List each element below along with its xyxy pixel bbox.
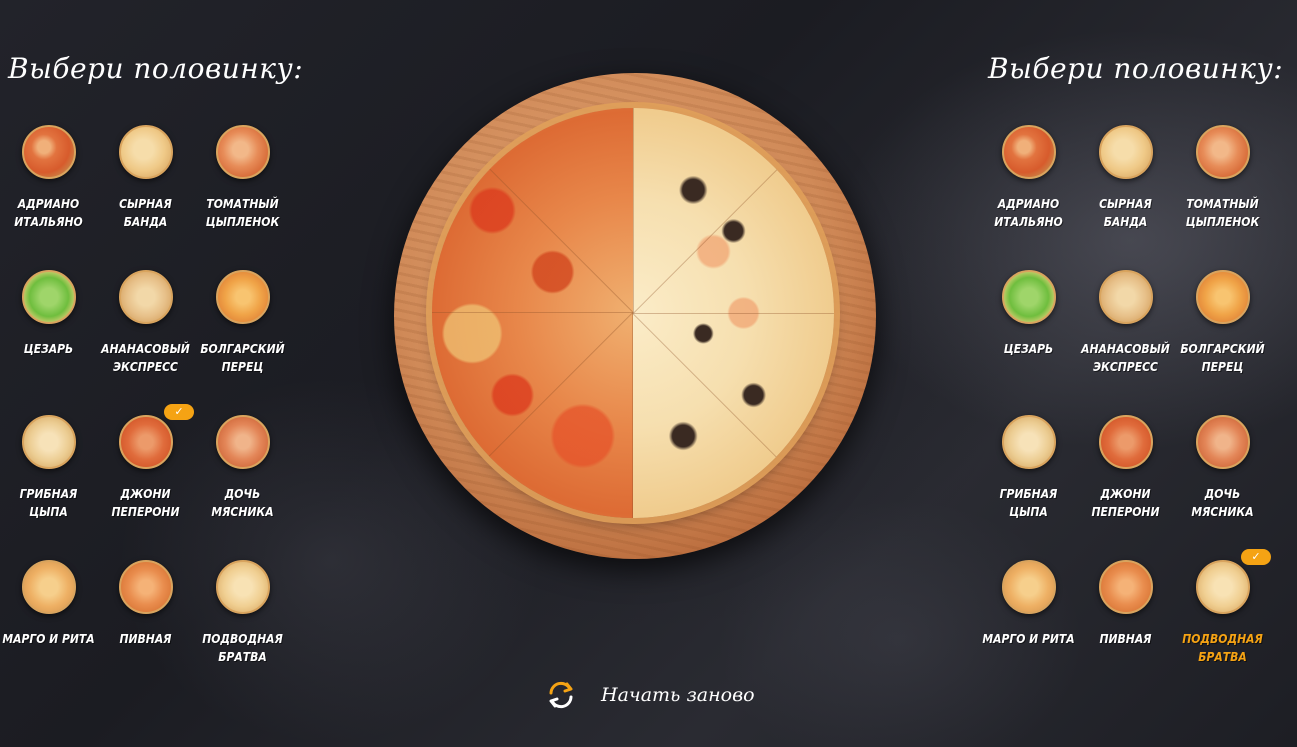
pizza-item-label: Ананасовый экспресс bbox=[1081, 342, 1170, 374]
pizza-item-label: Пивная bbox=[119, 632, 172, 646]
pizza-seafood-icon bbox=[215, 560, 270, 614]
pizza-pepperoni-icon bbox=[118, 415, 173, 469]
pizza-item-label: Адриано итальяно bbox=[994, 197, 1063, 229]
left-pizza-item-pepperoni[interactable]: ✓ Джони пеперони bbox=[97, 404, 194, 555]
pizza-mushroom-icon bbox=[21, 415, 76, 469]
pizza-item-label: Цезарь bbox=[1003, 342, 1054, 356]
pizza-margo-icon bbox=[21, 560, 76, 614]
pizza-item-label: Болгарский перец bbox=[1180, 342, 1265, 374]
pizza-adriano-icon bbox=[21, 125, 76, 179]
pizza-left-half bbox=[432, 108, 633, 518]
pizza-cheese-icon bbox=[118, 125, 173, 179]
left-pizza-item-mushroom[interactable]: Грибная цыпа bbox=[0, 410, 97, 555]
slice-cut-line bbox=[432, 312, 633, 313]
pizza-item-label: Джони пеперони bbox=[1091, 487, 1160, 519]
left-pizza-item-adriano[interactable]: Адриано итальяно bbox=[0, 120, 97, 265]
left-pizza-item-margo[interactable]: Марго и Рита bbox=[0, 555, 97, 700]
pizza-pineapple-icon bbox=[1098, 270, 1153, 324]
pizza-item-label: Цезарь bbox=[23, 342, 74, 356]
restart-button[interactable]: Начать заново bbox=[543, 677, 755, 713]
pizza-item-label: Пивная bbox=[1099, 632, 1152, 646]
left-pizza-item-butcher[interactable]: Дочь мясника bbox=[194, 410, 291, 555]
left-pizza-item-tomato-chicken[interactable]: Томатный цыпленок bbox=[194, 120, 291, 265]
pizza-butcher-icon bbox=[215, 415, 270, 469]
right-pizza-item-pepper[interactable]: Болгарский перец bbox=[1174, 265, 1271, 410]
pizza-tomato-chicken-icon bbox=[1195, 125, 1250, 179]
pizza-caesar-icon bbox=[21, 270, 76, 324]
right-pizza-grid: Адриано итальяно Сырная банда Томатный ц… bbox=[980, 120, 1271, 700]
pizza-adriano-icon bbox=[1001, 125, 1056, 179]
pizza-butcher-icon bbox=[1195, 415, 1250, 469]
check-badge-icon: ✓ bbox=[164, 404, 194, 420]
right-pizza-item-caesar[interactable]: Цезарь bbox=[980, 265, 1077, 410]
pizza-pepper-icon bbox=[1195, 270, 1250, 324]
pizza-item-label: Марго и Рита bbox=[2, 632, 95, 646]
left-panel-title: Выбери половинку: bbox=[8, 52, 304, 85]
left-pizza-item-beer[interactable]: Пивная bbox=[97, 555, 194, 700]
left-pizza-item-cheese[interactable]: Сырная банда bbox=[97, 120, 194, 265]
pizza-item-label: Адриано итальяно bbox=[14, 197, 83, 229]
slice-cut-line bbox=[633, 108, 634, 313]
pizza-pineapple-icon bbox=[118, 270, 173, 324]
pizza-tomato-chicken-icon bbox=[215, 125, 270, 179]
pizza-item-label: Дочь мясника bbox=[211, 487, 274, 519]
pizza-pepperoni-icon bbox=[1098, 415, 1153, 469]
refresh-icon bbox=[549, 681, 573, 709]
pizza-cheese-icon bbox=[1098, 125, 1153, 179]
pizza-preview bbox=[432, 108, 834, 518]
pizza-mushroom-icon bbox=[1001, 415, 1056, 469]
pizza-item-label: Болгарский перец bbox=[200, 342, 285, 374]
pizza-item-label: Грибная цыпа bbox=[19, 487, 78, 519]
slice-cut-line bbox=[633, 313, 834, 314]
slice-cut-line bbox=[632, 313, 633, 518]
pizza-item-label: Томатный цыпленок bbox=[1185, 197, 1260, 229]
pizza-item-label: Ананасовый экспресс bbox=[101, 342, 190, 374]
right-pizza-item-seafood[interactable]: ✓ Подводная братва bbox=[1174, 549, 1271, 700]
right-pizza-item-pineapple[interactable]: Ананасовый экспресс bbox=[1077, 265, 1174, 410]
pizza-item-label: Дочь мясника bbox=[1191, 487, 1254, 519]
right-pizza-item-mushroom[interactable]: Грибная цыпа bbox=[980, 410, 1077, 555]
left-pizza-item-pineapple[interactable]: Ананасовый экспресс bbox=[97, 265, 194, 410]
left-pizza-grid: Адриано итальяно Сырная банда Томатный ц… bbox=[0, 120, 290, 700]
right-pizza-item-butcher[interactable]: Дочь мясника bbox=[1174, 410, 1271, 555]
pizza-item-label: Томатный цыпленок bbox=[205, 197, 280, 229]
right-pizza-item-adriano[interactable]: Адриано итальяно bbox=[980, 120, 1077, 265]
left-pizza-item-caesar[interactable]: Цезарь bbox=[0, 265, 97, 410]
pizza-item-label: Марго и Рита bbox=[982, 632, 1075, 646]
right-pizza-item-pepperoni[interactable]: Джони пеперони bbox=[1077, 410, 1174, 555]
right-pizza-item-margo[interactable]: Марго и Рита bbox=[980, 555, 1077, 700]
pizza-item-label: Сырная банда bbox=[119, 197, 172, 229]
restart-label: Начать заново bbox=[601, 684, 755, 706]
pizza-beer-icon bbox=[118, 560, 173, 614]
right-pizza-item-tomato-chicken[interactable]: Томатный цыпленок bbox=[1174, 120, 1271, 265]
pizza-item-label: Подводная братва bbox=[1182, 632, 1263, 664]
right-pizza-item-cheese[interactable]: Сырная банда bbox=[1077, 120, 1174, 265]
pizza-margo-icon bbox=[1001, 560, 1056, 614]
left-pizza-item-seafood[interactable]: Подводная братва bbox=[194, 555, 291, 700]
pizza-beer-icon bbox=[1098, 560, 1153, 614]
pizza-caesar-icon bbox=[1001, 270, 1056, 324]
pizza-item-label: Сырная банда bbox=[1099, 197, 1152, 229]
left-pizza-item-pepper[interactable]: Болгарский перец bbox=[194, 265, 291, 410]
pizza-item-label: Подводная братва bbox=[202, 632, 283, 664]
right-panel-title: Выбери половинку: bbox=[988, 52, 1284, 85]
check-badge-icon: ✓ bbox=[1241, 549, 1271, 565]
pizza-pepper-icon bbox=[215, 270, 270, 324]
pizza-item-label: Джони пеперони bbox=[111, 487, 180, 519]
pizza-item-label: Грибная цыпа bbox=[999, 487, 1058, 519]
pizza-seafood-icon bbox=[1195, 560, 1250, 614]
right-pizza-item-beer[interactable]: Пивная bbox=[1077, 555, 1174, 700]
